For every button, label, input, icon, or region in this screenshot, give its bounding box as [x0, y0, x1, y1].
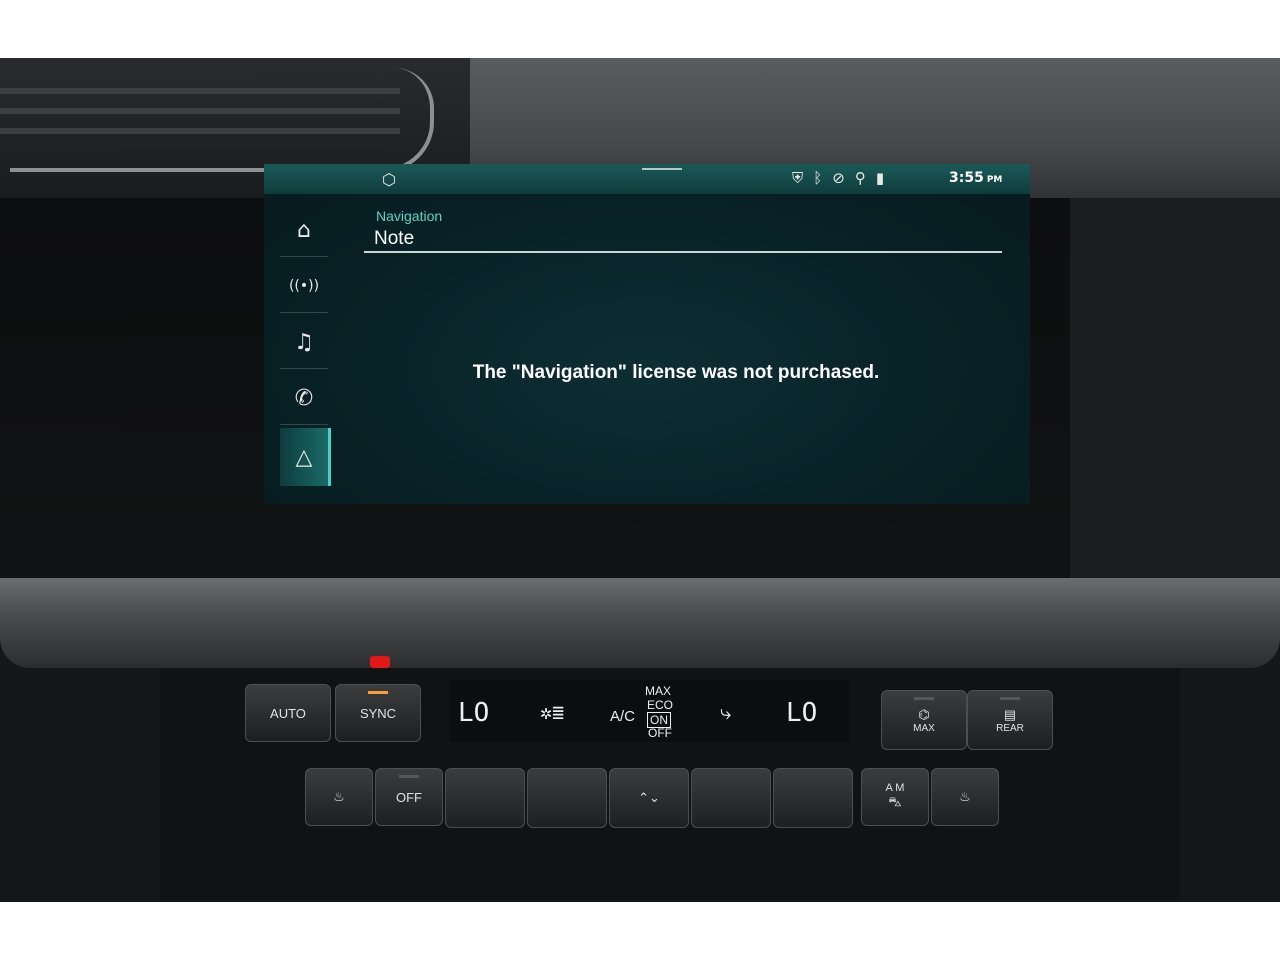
auto-button[interactable]: AUTO	[245, 684, 331, 742]
climate-controls: AUTO SYNC LO ✲≣ A/C MAX ECO ON OFF ⤷ LO …	[245, 628, 1065, 828]
right-seat-heat-button[interactable]: ♨	[931, 768, 999, 826]
music-icon: ♫	[294, 329, 314, 355]
rail-item-navigation[interactable]: △	[280, 428, 331, 486]
title-divider	[364, 251, 1002, 253]
breadcrumb: Navigation	[376, 208, 443, 224]
pull-down-handle[interactable]	[642, 168, 682, 170]
sync-button[interactable]: SYNC	[335, 684, 421, 742]
max-led	[914, 697, 934, 700]
rear-defrost-icon: ▤	[1003, 706, 1017, 722]
navigation-icon: △	[295, 444, 313, 470]
seat-heat-icon: ♨	[333, 789, 345, 804]
rail-item-home[interactable]: ⌂	[280, 204, 328, 257]
off-led	[399, 775, 419, 778]
nav-rail: ⌂ ((•)) ♫ ✆ △	[280, 204, 331, 486]
off-label: OFF	[396, 789, 422, 805]
max-defrost-button[interactable]: ⌬ MAX	[881, 690, 967, 750]
max-label: MAX	[913, 722, 935, 734]
page-title: Note	[374, 228, 415, 249]
right-trim	[1070, 198, 1280, 578]
defrost-icon: ⌬	[918, 706, 930, 722]
sync-label: SYNC	[359, 705, 397, 721]
clock-time: 3:55	[949, 170, 984, 186]
mute-icon: ⊘	[832, 169, 845, 187]
ac-mode-off: OFF	[648, 726, 672, 740]
home-icon: ⌂	[297, 217, 311, 243]
car-icon: ⛍	[888, 794, 902, 809]
right-temperature[interactable]: LO	[786, 698, 817, 728]
rear-defrost-button[interactable]: ▤ REAR	[967, 690, 1053, 750]
climate-display: LO ✲≣ A/C MAX ECO ON OFF ⤷ LO	[450, 680, 850, 742]
fan-icon[interactable]: ✲≣	[540, 700, 564, 724]
rear-label: REAR	[996, 722, 1024, 734]
person-icon: ⚲	[854, 169, 866, 187]
airflow-icon[interactable]: ⤷	[720, 700, 731, 724]
radio-icon: ((•))	[288, 278, 320, 294]
climate-button-3[interactable]	[691, 768, 771, 828]
sync-led	[368, 691, 388, 694]
chevron-up-down-icon: ⌃⌄	[638, 790, 660, 805]
climate-button-2[interactable]	[527, 768, 607, 828]
rail-item-music[interactable]: ♫	[280, 316, 328, 369]
ac-label[interactable]: A/C	[610, 708, 635, 725]
auto-label: AUTO	[270, 705, 306, 721]
bluetooth-icon: ᛒ	[813, 169, 823, 187]
recirc-label: A M	[885, 782, 905, 794]
status-icons: ⛨ ᛒ ⊘ ⚲ ▮	[792, 169, 884, 187]
ac-mode-eco: ECO	[647, 698, 674, 712]
climate-button-4[interactable]	[773, 768, 853, 828]
cube-icon[interactable]: ⬡	[382, 170, 396, 189]
phone-icon: ✆	[294, 385, 314, 411]
seat-heat-icon: ♨	[959, 789, 971, 804]
left-seat-heat-button[interactable]: ♨	[305, 768, 373, 826]
lte-icon: ▮	[875, 169, 885, 187]
rear-led	[1000, 697, 1020, 700]
clock: 3:55 PM	[949, 170, 1002, 186]
airflow-toggle-button[interactable]: ⌃⌄	[609, 768, 689, 828]
climate-button-1[interactable]	[445, 768, 525, 828]
license-message: The "Navigation" license was not purchas…	[472, 362, 880, 383]
ac-mode-max: MAX	[645, 684, 672, 698]
recirculation-button[interactable]: A M ⛍	[861, 768, 929, 826]
off-button[interactable]: OFF	[375, 768, 443, 826]
status-bar: ⬡ ⛨ ᛒ ⊘ ⚲ ▮ 3:55 PM	[264, 164, 1030, 194]
rail-item-phone[interactable]: ✆	[280, 372, 328, 425]
clock-ampm: PM	[986, 175, 1003, 185]
rail-item-radio[interactable]: ((•))	[280, 260, 328, 313]
shield-icon: ⛨	[792, 169, 804, 187]
left-temperature[interactable]: LO	[458, 698, 489, 728]
vent-ring	[10, 68, 434, 172]
infotainment-screen: ⬡ ⛨ ᛒ ⊘ ⚲ ▮ 3:55 PM ⌂ ((•)) ♫ ✆ △ Navigat…	[264, 164, 1030, 504]
